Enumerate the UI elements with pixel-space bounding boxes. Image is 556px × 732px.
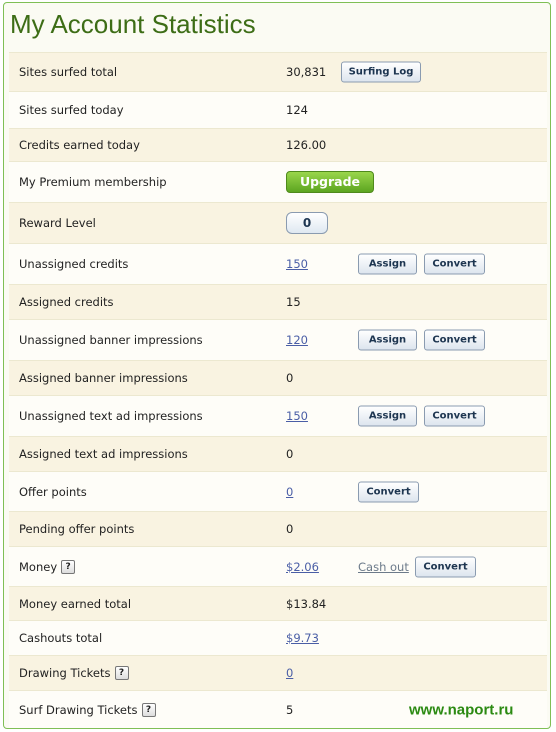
label-money-group: Money? (19, 559, 76, 574)
row-assigned-credits: Assigned credits 15 (9, 284, 547, 319)
label-unassigned-credits: Unassigned credits (19, 257, 129, 271)
row-reward-level: Reward Level 0 (9, 202, 547, 243)
row-money-earned-total: Money earned total $13.84 (9, 586, 547, 620)
help-icon[interactable]: ? (114, 666, 129, 680)
convert-banner-button[interactable]: Convert (424, 329, 485, 351)
row-unassigned-banner: Unassigned banner impressions 120 Assign… (9, 319, 547, 360)
label-sites-surfed-today: Sites surfed today (19, 103, 124, 117)
label-offer-points: Offer points (19, 484, 87, 499)
row-unassigned-text: Unassigned text ad impressions 150 Assig… (9, 395, 547, 436)
value-pending-offer-points: 0 (286, 522, 294, 536)
row-cashouts-total: Cashouts total $9.73 (9, 620, 547, 655)
row-offer-points: Offer points 0 Convert (9, 471, 547, 511)
value-sites-surfed-total: 30,831 (286, 65, 327, 79)
drawing-tickets-link[interactable]: 0 (286, 666, 293, 680)
help-icon[interactable]: ? (141, 702, 156, 717)
money-link[interactable]: $2.06 (286, 560, 319, 574)
value-assigned-credits: 15 (286, 295, 301, 309)
row-surf-drawing-tickets: Surf Drawing Tickets? 5 www.naport.ru (9, 690, 547, 728)
value-assigned-text: 0 (286, 447, 294, 461)
cashouts-total-link[interactable]: $9.73 (286, 631, 319, 645)
convert-text-button[interactable]: Convert (424, 405, 485, 427)
label-assigned-text: Assigned text ad impressions (19, 447, 188, 461)
label-credits-earned-today: Credits earned today (19, 138, 140, 152)
label-money-earned-total: Money earned total (19, 596, 132, 611)
unassigned-credits-link[interactable]: 150 (286, 257, 308, 271)
assign-credits-button[interactable]: Assign (358, 253, 417, 275)
value-money-earned-total: $13.84 (286, 596, 327, 611)
row-assigned-banner: Assigned banner impressions 0 (9, 360, 547, 395)
value-surf-drawing-tickets: 5 (286, 702, 294, 717)
label-assigned-banner: Assigned banner impressions (19, 371, 188, 385)
row-sites-surfed-total: Sites surfed total 30,831 Surfing Log (9, 52, 547, 91)
row-unassigned-credits: Unassigned credits 150 Assign Convert (9, 243, 547, 284)
cash-out-link[interactable]: Cash out (358, 560, 409, 574)
site-watermark: www.naport.ru (409, 701, 514, 718)
label-surf-drawing-tickets: Surf Drawing Tickets (19, 702, 138, 717)
label-reward-level: Reward Level (19, 216, 96, 230)
convert-offer-points-button[interactable]: Convert (358, 481, 419, 502)
label-assigned-credits: Assigned credits (19, 295, 114, 309)
account-statistics-panel: My Account Statistics Sites surfed total… (3, 2, 551, 729)
row-sites-surfed-today: Sites surfed today 124 (9, 91, 547, 128)
unassigned-banner-link[interactable]: 120 (286, 333, 308, 347)
label-drawing-tickets: Drawing Tickets (19, 666, 111, 680)
label-pending-offer-points: Pending offer points (19, 522, 135, 536)
label-cashouts-total: Cashouts total (19, 631, 103, 645)
convert-credits-button[interactable]: Convert (424, 253, 485, 275)
label-drawing-tickets-group: Drawing Tickets? (19, 666, 129, 680)
assign-text-button[interactable]: Assign (358, 405, 417, 427)
convert-money-button[interactable]: Convert (415, 556, 476, 577)
label-money: Money (19, 559, 58, 574)
row-money: Money? $2.06 Cash out Convert (9, 546, 547, 586)
row-credits-earned-today: Credits earned today 126.00 (9, 128, 547, 161)
reward-level-badge[interactable]: 0 (286, 212, 328, 234)
help-icon[interactable]: ? (61, 559, 76, 574)
label-premium-membership: My Premium membership (19, 175, 167, 189)
row-assigned-text: Assigned text ad impressions 0 (9, 436, 547, 471)
assign-banner-button[interactable]: Assign (358, 329, 417, 351)
value-sites-surfed-today: 124 (286, 103, 308, 117)
value-assigned-banner: 0 (286, 371, 294, 385)
surfing-log-button[interactable]: Surfing Log (341, 61, 421, 83)
row-pending-offer-points: Pending offer points 0 (9, 511, 547, 546)
offer-points-link[interactable]: 0 (286, 485, 293, 499)
label-unassigned-text: Unassigned text ad impressions (19, 409, 203, 423)
row-drawing-tickets: Drawing Tickets? 0 (9, 655, 547, 690)
value-credits-earned-today: 126.00 (286, 138, 327, 152)
label-sites-surfed-total: Sites surfed total (19, 65, 118, 79)
unassigned-text-link[interactable]: 150 (286, 409, 308, 423)
upgrade-button[interactable]: Upgrade (286, 171, 374, 193)
row-premium-membership: My Premium membership Upgrade (9, 161, 547, 202)
label-surf-drawing-tickets-group: Surf Drawing Tickets? (19, 702, 156, 717)
page-title: My Account Statistics (10, 9, 256, 39)
label-unassigned-banner: Unassigned banner impressions (19, 333, 203, 347)
